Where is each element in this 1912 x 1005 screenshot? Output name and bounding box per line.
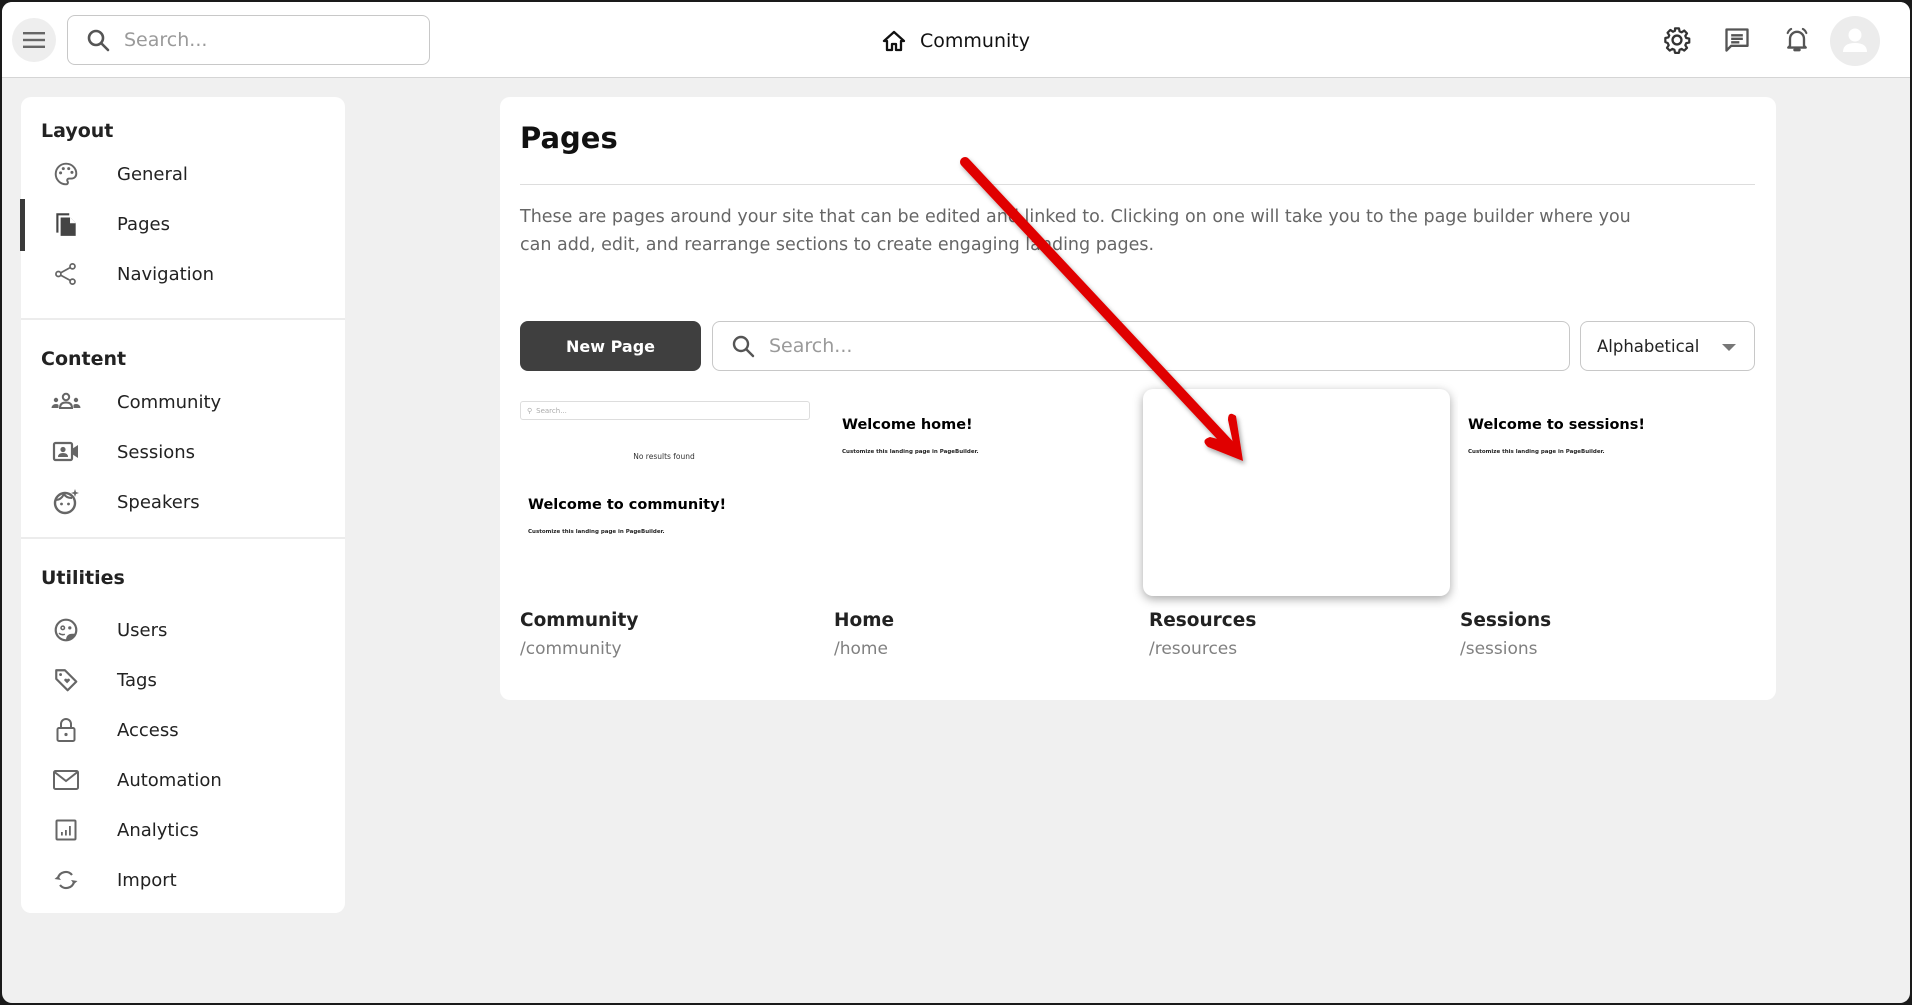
preview-subtext: Customize this landing page in PageBuild… xyxy=(842,449,979,455)
sidebar-item-label: Analytics xyxy=(117,819,199,841)
search-icon: ⚲ xyxy=(527,406,533,415)
global-search[interactable] xyxy=(67,15,430,65)
sidebar-item-automation[interactable]: Automation xyxy=(21,757,345,803)
sync-icon xyxy=(51,865,81,895)
sidebar-item-users[interactable]: Users xyxy=(21,607,345,653)
palette-icon xyxy=(51,159,81,189)
sidebar-item-label: Import xyxy=(117,869,177,891)
sidebar-item-label: Speakers xyxy=(117,491,200,513)
search-icon xyxy=(732,335,755,358)
preview-subtext: Customize this landing page in PageBuild… xyxy=(528,529,665,535)
sidebar-item-label: Pages xyxy=(117,213,170,235)
pages-icon xyxy=(51,209,81,239)
top-header: Community xyxy=(2,2,1910,78)
sort-dropdown-value: Alphabetical xyxy=(1597,336,1700,356)
sidebar-divider xyxy=(21,537,345,539)
sidebar-item-navigation[interactable]: Navigation xyxy=(21,251,345,297)
preview-heading: Welcome home! xyxy=(842,417,973,433)
sidebar-item-label: Navigation xyxy=(117,263,215,285)
page-preview-thumbnail xyxy=(1143,389,1450,596)
page-card-name: Home xyxy=(834,610,895,631)
page-card-name: Community xyxy=(520,610,639,631)
menu-button[interactable] xyxy=(12,18,56,62)
page-card-sessions[interactable]: Welcome to sessions! Customize this land… xyxy=(1458,389,1765,659)
page-card-name: Resources xyxy=(1149,610,1257,631)
app-window: Community Layout xyxy=(2,2,1910,1003)
analytics-icon xyxy=(51,815,81,845)
sidebar-item-label: General xyxy=(117,163,188,185)
preview-subtext: Customize this landing page in PageBuild… xyxy=(1468,449,1605,455)
header-title-text: Community xyxy=(920,30,1030,52)
sort-dropdown[interactable]: Alphabetical xyxy=(1580,321,1755,371)
header-title: Community xyxy=(882,26,1030,56)
user-avatar-icon xyxy=(1843,28,1867,52)
preview-search-placeholder: Search... xyxy=(536,406,567,415)
bell-icon[interactable] xyxy=(1783,26,1811,54)
page-card-slug: /sessions xyxy=(1460,639,1538,659)
preview-heading: Welcome to sessions! xyxy=(1468,417,1645,433)
home-icon xyxy=(882,30,906,52)
lock-icon xyxy=(51,715,81,745)
sidebar-section-title: Content xyxy=(41,348,127,370)
sidebar-item-general[interactable]: General xyxy=(21,151,345,197)
sidebar-item-sessions[interactable]: Sessions xyxy=(21,429,345,475)
title-divider xyxy=(520,184,1755,185)
groups-icon xyxy=(51,387,81,417)
sidebar-item-label: Access xyxy=(117,719,179,741)
sidebar-item-speakers[interactable]: Speakers xyxy=(21,479,345,525)
sidebar-item-label: Community xyxy=(117,391,222,413)
sidebar-section-title: Utilities xyxy=(41,567,125,589)
page-card-resources[interactable]: Resources /resources xyxy=(1143,389,1450,659)
sidebar: Layout General Pages Navigation Content xyxy=(20,97,345,913)
sidebar-item-analytics[interactable]: Analytics xyxy=(21,807,345,853)
sidebar-item-label: Users xyxy=(117,619,168,641)
page-preview-thumbnail: ⚲ Search... No results found Welcome to … xyxy=(518,389,825,596)
sidebar-item-community[interactable]: Community xyxy=(21,379,345,425)
page-card-slug: /community xyxy=(520,639,622,659)
face-sparkle-icon xyxy=(51,487,81,517)
sidebar-item-label: Tags xyxy=(117,669,157,691)
sidebar-item-access[interactable]: Access xyxy=(21,707,345,753)
page-card-community[interactable]: ⚲ Search... No results found Welcome to … xyxy=(518,389,825,659)
chevron-down-icon xyxy=(1722,344,1736,351)
preview-search-field: ⚲ Search... xyxy=(520,401,810,420)
tag-heart-icon xyxy=(51,665,81,695)
mail-icon xyxy=(51,765,81,795)
sidebar-item-import[interactable]: Import xyxy=(21,857,345,903)
preview-heading: Welcome to community! xyxy=(528,497,727,513)
pages-panel: Pages These are pages around your site t… xyxy=(500,97,1776,700)
sidebar-item-tags[interactable]: Tags xyxy=(21,657,345,703)
user-avatar-button[interactable] xyxy=(1830,16,1880,66)
sidebar-item-label: Automation xyxy=(117,769,222,791)
page-card-slug: /resources xyxy=(1149,639,1238,659)
hamburger-menu-icon xyxy=(23,32,45,48)
page-card-slug: /home xyxy=(834,639,888,659)
sidebar-divider xyxy=(21,318,345,320)
video-contact-icon xyxy=(51,437,81,467)
preview-no-results: No results found xyxy=(633,452,695,461)
global-search-input[interactable] xyxy=(124,29,399,51)
users-face-icon xyxy=(51,615,81,645)
sidebar-item-pages[interactable]: Pages xyxy=(20,199,345,251)
page-card-name: Sessions xyxy=(1460,610,1552,631)
page-preview-thumbnail: Welcome home! Customize this landing pag… xyxy=(832,389,1139,596)
search-icon xyxy=(87,29,110,52)
page-title: Pages xyxy=(520,121,618,155)
sidebar-section-title: Layout xyxy=(41,120,114,142)
page-preview-thumbnail: Welcome to sessions! Customize this land… xyxy=(1458,389,1765,596)
gear-icon[interactable] xyxy=(1663,26,1691,54)
sidebar-item-label: Sessions xyxy=(117,441,196,463)
share-icon xyxy=(51,259,81,289)
pages-search-input[interactable] xyxy=(769,335,1440,357)
new-page-button[interactable]: New Page xyxy=(520,321,701,371)
pages-search[interactable] xyxy=(712,321,1570,371)
page-card-home[interactable]: Welcome home! Customize this landing pag… xyxy=(832,389,1139,659)
chat-icon[interactable] xyxy=(1723,26,1751,54)
page-description: These are pages around your site that ca… xyxy=(520,207,1631,255)
